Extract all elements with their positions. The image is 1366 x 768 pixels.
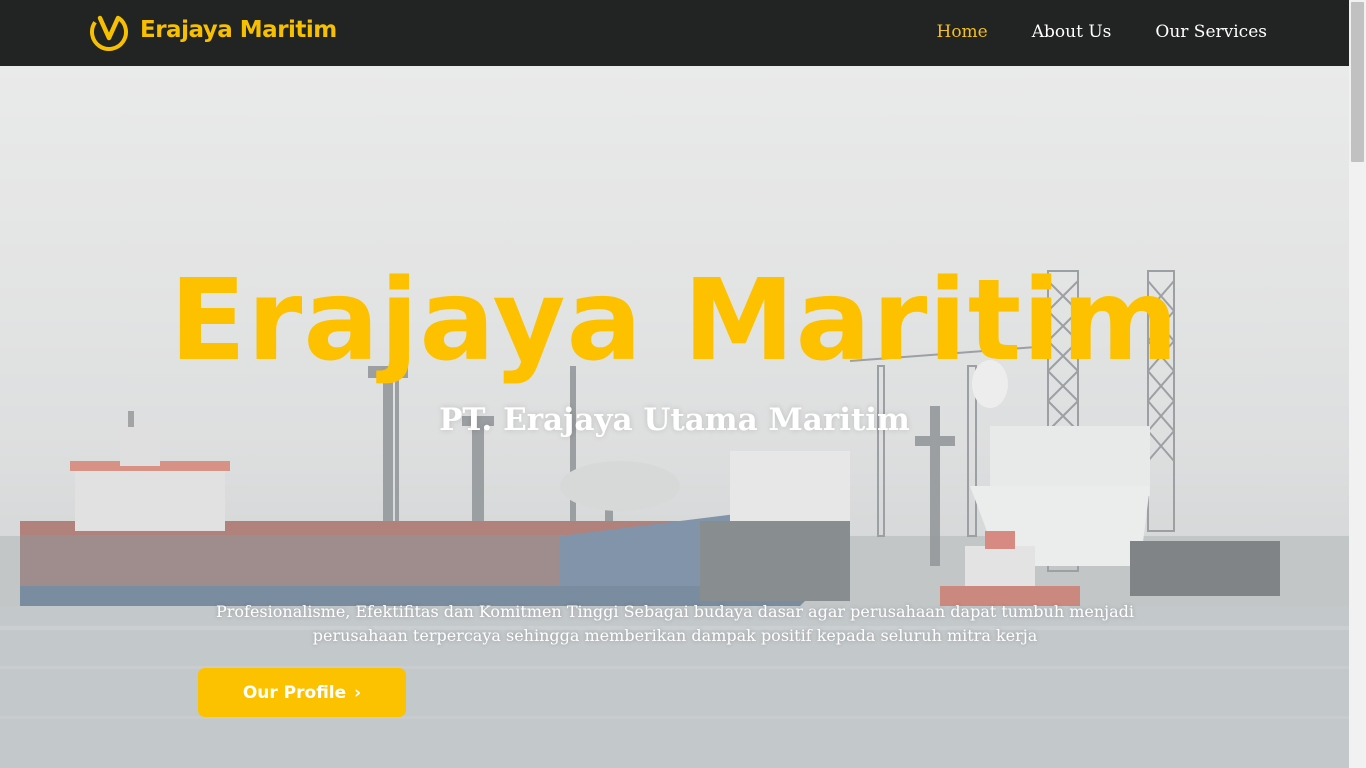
brand-link[interactable]: Erajaya Maritim <box>88 9 337 51</box>
our-profile-label: Our Profile <box>242 682 347 703</box>
hero-description: Profesionalisme, Efektifitas dan Komitme… <box>215 602 1135 645</box>
our-profile-button[interactable]: Our Profile › <box>198 668 406 717</box>
hero-subtitle: PT. Erajaya Utama Maritim <box>439 402 910 438</box>
main-nav: Home About Us Our Services <box>893 22 1268 42</box>
chevron-right-icon: › <box>354 682 362 703</box>
scrollbar-thumb[interactable] <box>1351 2 1364 162</box>
hero-section: Erajaya Maritim PT. Erajaya Utama Mariti… <box>0 66 1349 768</box>
nav-home[interactable]: Home <box>937 22 988 42</box>
nav-our-services[interactable]: Our Services <box>1155 22 1267 42</box>
brand-logo-icon <box>90 12 128 51</box>
nav-about-us[interactable]: About Us <box>1032 22 1112 42</box>
top-navbar: Erajaya Maritim Home About Us Our Servic… <box>0 0 1349 66</box>
page-scrollbar[interactable] <box>1349 0 1366 768</box>
hero-title: Erajaya Maritim <box>169 256 1180 386</box>
brand-name: Erajaya Maritim <box>140 17 337 43</box>
